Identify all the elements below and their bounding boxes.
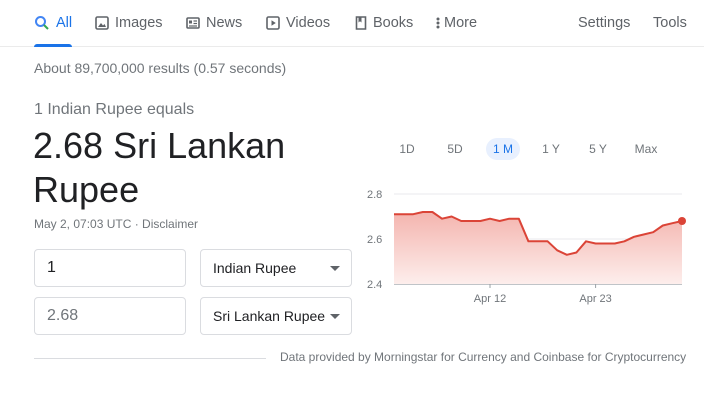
tab-images-label: Images [115, 15, 163, 31]
conversion-meta: May 2, 07:03 UTC · Disclaimer [34, 217, 198, 231]
video-icon [266, 16, 280, 30]
chart-data-point[interactable] [592, 240, 600, 248]
y-tick-label: 2.4 [367, 279, 382, 291]
tab-news[interactable]: News [186, 0, 242, 46]
range-max-button[interactable]: Max [628, 138, 664, 160]
chart-data-point[interactable] [611, 240, 619, 248]
chart-data-point[interactable] [457, 217, 465, 225]
chart-data-point[interactable] [448, 213, 456, 221]
chart-data-point[interactable] [563, 251, 571, 259]
chart-data-point[interactable] [400, 210, 408, 218]
image-icon [95, 16, 109, 30]
from-currency-label: Indian Rupee [213, 260, 297, 276]
to-currency-label: Sri Lankan Rupee [213, 308, 326, 324]
conversion-equals-text: 1 Indian Rupee equals [34, 101, 195, 118]
dropdown-caret-icon [330, 314, 340, 319]
chart-data-point[interactable] [640, 231, 648, 239]
tab-all[interactable]: All [34, 0, 73, 47]
chart-data-point[interactable] [409, 210, 417, 218]
data-source-note: Data provided by Morningstar for Currenc… [280, 350, 687, 364]
tab-books[interactable]: Books [355, 0, 413, 46]
tools-link[interactable]: Tools [653, 0, 687, 46]
x-tick-label: Apr 23 [579, 293, 611, 305]
from-amount-input[interactable]: 1 [34, 249, 186, 287]
news-icon [186, 16, 200, 30]
chart-data-point[interactable] [496, 217, 504, 225]
book-icon [355, 16, 367, 30]
divider [34, 358, 266, 359]
settings-link[interactable]: Settings [578, 0, 630, 46]
chart-data-point[interactable] [553, 246, 561, 254]
range-1y-button[interactable]: 1 Y [534, 138, 568, 160]
exchange-rate-chart[interactable]: 2.8 2.6 2.4 Apr 12 Apr 23 [360, 180, 690, 310]
chart-data-point[interactable] [668, 219, 676, 227]
tab-videos-label: Videos [286, 15, 331, 31]
chart-data-point[interactable] [524, 237, 532, 245]
conversion-timestamp: May 2, 07:03 UTC [34, 217, 132, 231]
chart-data-point[interactable] [534, 237, 542, 245]
chart-data-point[interactable] [467, 217, 475, 225]
chart-data-point[interactable] [582, 237, 590, 245]
y-tick-label: 2.6 [367, 234, 382, 246]
x-tick-label: Apr 12 [474, 293, 506, 305]
search-icon [34, 15, 50, 31]
chart-data-point[interactable] [419, 208, 427, 216]
disclaimer-link[interactable]: Disclaimer [142, 217, 198, 231]
chart-data-point[interactable] [515, 215, 523, 223]
chart-data-point[interactable] [601, 240, 609, 248]
chart-data-point[interactable] [659, 222, 667, 230]
chart-data-point[interactable] [544, 237, 552, 245]
tab-news-label: News [206, 15, 243, 31]
range-1d-button[interactable]: 1D [390, 138, 424, 160]
chart-data-point[interactable] [572, 249, 580, 257]
conversion-result-line2: Rupee [33, 169, 140, 210]
search-tabs: All Images News Videos Books More Settin… [0, 0, 704, 47]
conversion-result: 2.68 Sri Lankan Rupee [33, 124, 333, 212]
tab-books-label: Books [373, 15, 414, 31]
chart-area-fill [394, 212, 682, 284]
dropdown-caret-icon [330, 266, 340, 271]
tab-all-label: All [56, 15, 73, 31]
chart-data-point[interactable] [505, 215, 513, 223]
chart-data-point[interactable] [428, 208, 436, 216]
chart-data-point[interactable] [476, 217, 484, 225]
tab-images[interactable]: Images [95, 0, 163, 46]
to-currency-select[interactable]: Sri Lankan Rupee [200, 297, 352, 335]
chart-data-point[interactable] [630, 233, 638, 241]
chart-data-point[interactable] [649, 228, 657, 236]
range-5y-button[interactable]: 5 Y [580, 138, 616, 160]
chart-data-point[interactable] [438, 215, 446, 223]
tab-more-label: More [444, 15, 478, 31]
more-vert-icon [436, 16, 440, 30]
chart-range-selector: 1D 5D 1 M 1 Y 5 Y Max [380, 138, 690, 160]
tab-videos[interactable]: Videos [266, 0, 330, 46]
chart-data-point[interactable] [390, 210, 398, 218]
range-5d-button[interactable]: 5D [438, 138, 472, 160]
result-stats: About 89,700,000 results (0.57 seconds) [34, 60, 287, 76]
chart-data-point[interactable] [620, 237, 628, 245]
tab-more[interactable]: More [436, 0, 477, 46]
chart-data-point[interactable] [486, 215, 494, 223]
range-1m-button[interactable]: 1 M [486, 138, 520, 160]
meta-separator: · [131, 217, 143, 231]
conversion-result-line1: 2.68 Sri Lankan [33, 125, 286, 166]
from-currency-select[interactable]: Indian Rupee [200, 249, 352, 287]
to-amount-input[interactable]: 2.68 [34, 297, 186, 335]
chart-current-point [678, 217, 686, 225]
y-tick-label: 2.8 [367, 189, 382, 201]
